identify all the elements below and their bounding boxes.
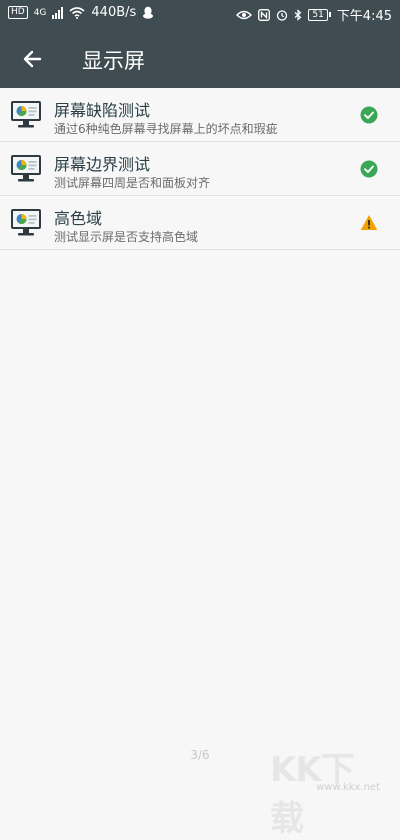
warning-icon <box>360 215 378 230</box>
item-subtitle: 通过6种纯色屏幕寻找屏幕上的坏点和瑕疵 <box>54 122 278 136</box>
list-item-screen-defect-test[interactable]: 屏幕缺陷测试 通过6种纯色屏幕寻找屏幕上的坏点和瑕疵 <box>0 88 400 142</box>
network-type: 4G <box>33 7 47 18</box>
eye-icon <box>236 10 253 19</box>
check-circle-icon <box>360 106 378 124</box>
nfc-icon <box>258 8 271 21</box>
item-title: 高色域 <box>54 209 103 228</box>
page-title: 显示屏 <box>82 49 145 73</box>
test-list: 屏幕缺陷测试 通过6种纯色屏幕寻找屏幕上的坏点和瑕疵 屏幕边界测试 测试屏幕四周… <box>0 88 400 250</box>
status-left: HD 4G 440B/s <box>8 5 154 20</box>
status-right: 51 下午4:45 <box>236 5 392 24</box>
bluetooth-icon <box>294 8 302 21</box>
monitor-icon <box>11 209 41 236</box>
status-bar: HD 4G 440B/s 51 下午4:45 <box>0 0 400 28</box>
item-title: 屏幕缺陷测试 <box>54 101 151 120</box>
item-subtitle: 测试屏幕四周是否和面板对齐 <box>54 176 211 190</box>
list-item-screen-border-test[interactable]: 屏幕边界测试 测试屏幕四周是否和面板对齐 <box>0 142 400 196</box>
arrow-left-icon[interactable] <box>18 44 48 74</box>
battery-icon: 51 <box>308 8 331 21</box>
monitor-icon <box>11 155 41 182</box>
monitor-icon <box>11 101 41 128</box>
top-bar: HD 4G 440B/s 51 下午4:45 显示屏 <box>0 0 400 88</box>
alarm-icon <box>277 9 288 21</box>
clock: 下午4:45 <box>336 9 392 24</box>
signal-icon <box>52 6 64 19</box>
net-speed: 440B/s <box>91 5 137 20</box>
wifi-icon <box>69 6 85 19</box>
item-subtitle: 测试显示屏是否支持高色域 <box>54 230 199 244</box>
hd-badge: HD <box>8 6 28 19</box>
app-header: 显示屏 <box>0 36 400 84</box>
battery-level: 51 <box>308 8 328 21</box>
qq-penguin-icon <box>143 6 154 19</box>
check-circle-icon <box>360 160 378 178</box>
list-item-high-color-gamut[interactable]: 高色域 测试显示屏是否支持高色域 <box>0 196 400 250</box>
watermark-url: www.kkx.net <box>316 782 380 793</box>
page-indicator: 3/6 <box>190 748 210 762</box>
item-title: 屏幕边界测试 <box>54 155 151 174</box>
